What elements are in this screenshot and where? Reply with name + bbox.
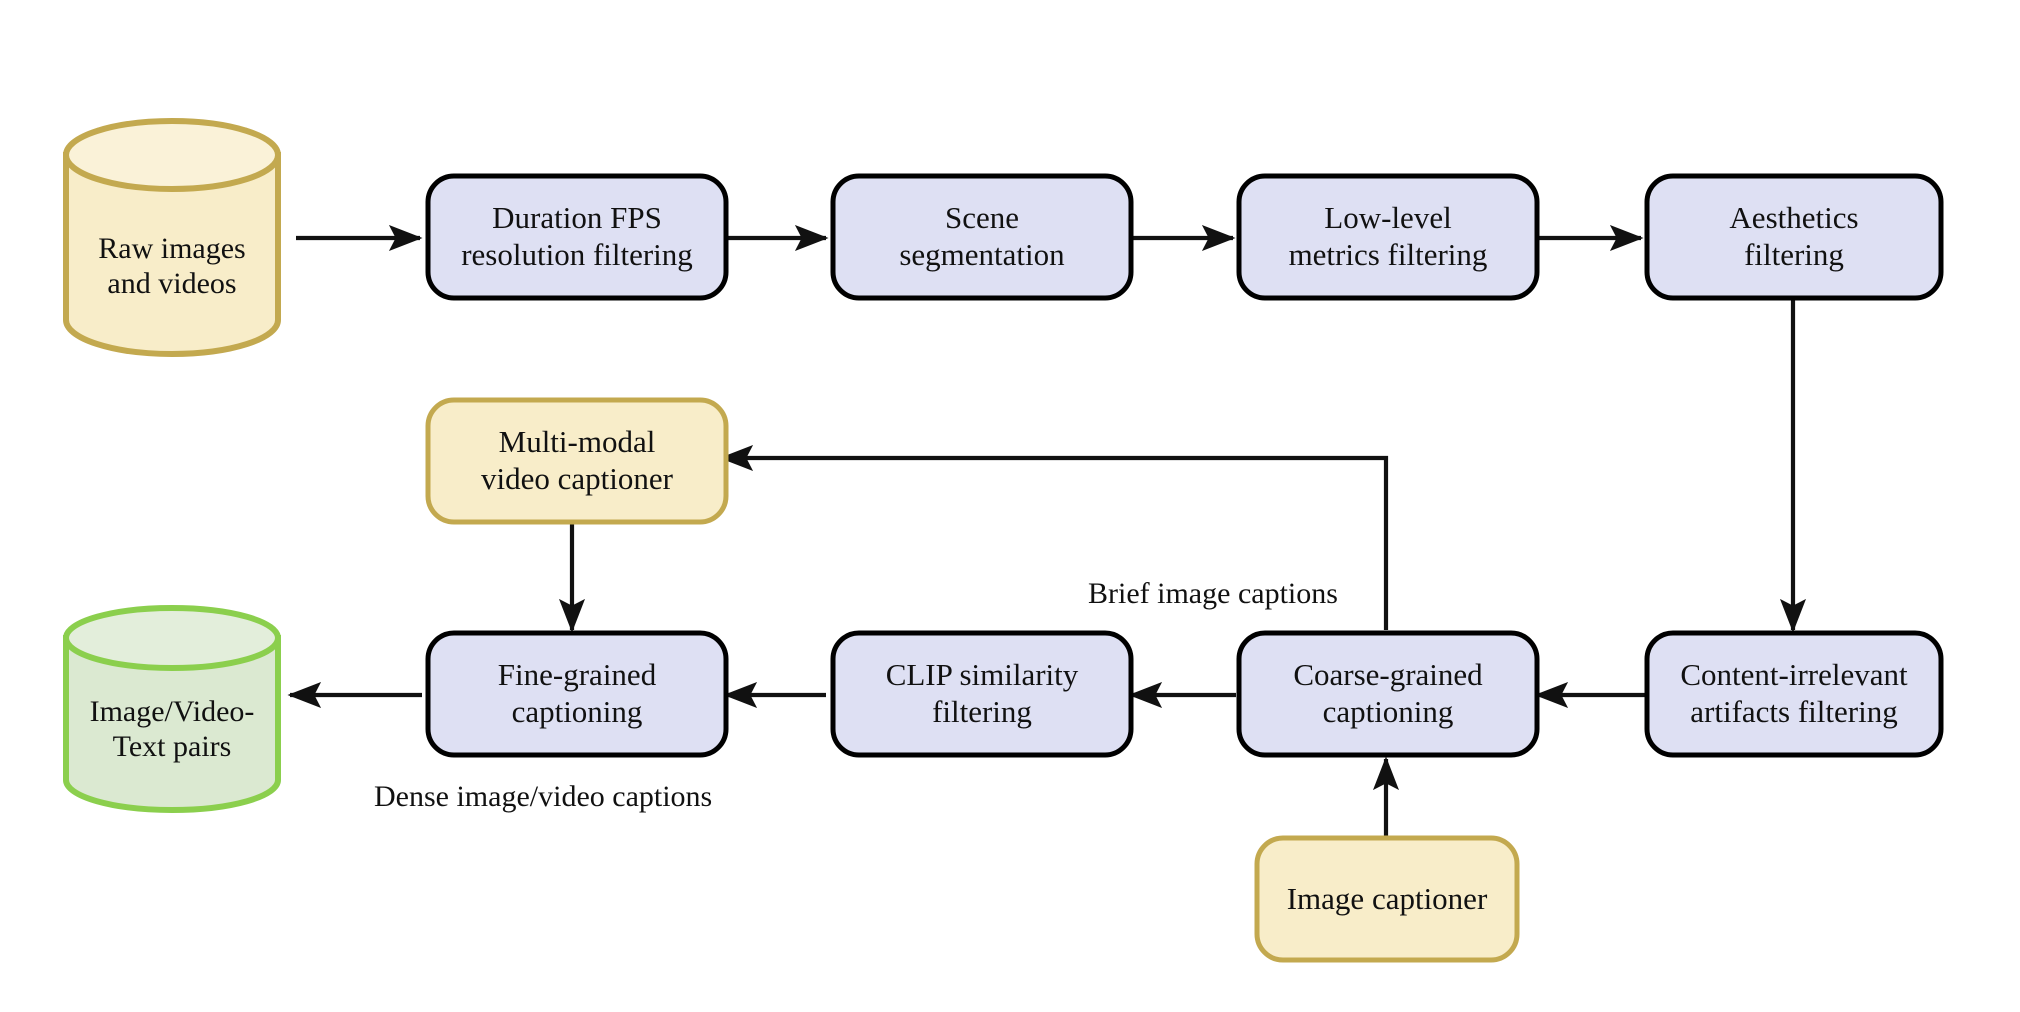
edge-label-brief-image-captions: Brief image captions bbox=[1088, 577, 1338, 610]
node-fine-captioning[interactable] bbox=[425, 630, 729, 758]
node-aesthetics[interactable] bbox=[1644, 173, 1944, 301]
edge-label-dense-captions: Dense image/video captions bbox=[374, 780, 713, 813]
node-content-artifacts[interactable] bbox=[1644, 630, 1944, 758]
node-scene-seg[interactable] bbox=[830, 173, 1134, 301]
diagram-shapes-layer bbox=[63, 118, 1944, 963]
node-output-pairs[interactable] bbox=[63, 605, 281, 813]
raw-data-cylinder-top bbox=[63, 118, 281, 192]
node-low-level[interactable] bbox=[1236, 173, 1540, 301]
node-clip-similarity[interactable] bbox=[830, 630, 1134, 758]
node-multimodal-captioner[interactable] bbox=[425, 397, 729, 525]
node-raw-data[interactable] bbox=[63, 118, 281, 357]
node-image-captioner[interactable] bbox=[1254, 835, 1520, 963]
node-duration-fps[interactable] bbox=[425, 173, 729, 301]
output-pairs-cylinder-top bbox=[63, 605, 281, 671]
pipeline-diagram: Raw images and videos Duration FPS resol… bbox=[0, 0, 2020, 1012]
edge-group bbox=[287, 224, 1807, 955]
node-coarse-captioning[interactable] bbox=[1236, 630, 1540, 758]
